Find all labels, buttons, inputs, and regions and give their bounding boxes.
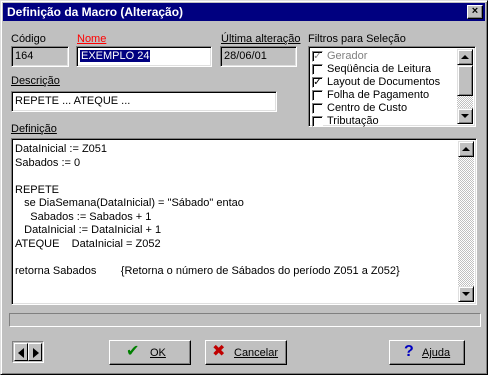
filtros-scrollbar[interactable] bbox=[457, 49, 473, 124]
ok-button-label: OK bbox=[150, 347, 166, 359]
macro-definition-dialog: Definição da Macro (Alteração) × Código … bbox=[0, 0, 488, 375]
nome-label: Nome bbox=[77, 33, 107, 45]
filtro-item-label: Gerador bbox=[327, 50, 368, 62]
code-line: se DiaSemana(DataInicial) = "Sábado" ent… bbox=[15, 197, 244, 209]
filtros-scroll-down-button[interactable] bbox=[457, 108, 473, 124]
cancelar-button-label: Cancelar bbox=[234, 347, 279, 359]
arrow-down-icon bbox=[462, 292, 470, 296]
arrow-up-icon bbox=[462, 147, 470, 151]
nome-input[interactable]: EXEMPLO 24 bbox=[76, 46, 212, 67]
ok-button[interactable]: ✔ OK bbox=[109, 340, 191, 365]
filtro-item-label: Tributação bbox=[327, 115, 379, 127]
ultima-alteracao-label: Última alteração bbox=[221, 33, 301, 45]
ajuda-button[interactable]: ? Ajuda bbox=[389, 340, 465, 365]
close-button[interactable]: × bbox=[467, 5, 483, 19]
code-line: retorna Sabados {Retorna o número de Sáb… bbox=[15, 264, 400, 277]
codigo-label: Código bbox=[11, 33, 46, 45]
window-title: Definição da Macro (Alteração) bbox=[7, 5, 184, 19]
checkbox[interactable] bbox=[312, 90, 323, 101]
filtro-item-label: Centro de Custo bbox=[327, 102, 408, 114]
filtros-scroll-thumb[interactable] bbox=[457, 65, 473, 96]
filtro-item-label: Layout de Documentos bbox=[327, 76, 441, 88]
code-line: Sabados := Sabados + 1 bbox=[15, 210, 152, 223]
ajuda-button-label: Ajuda bbox=[422, 347, 451, 359]
x-icon: ✖ bbox=[212, 343, 226, 360]
ultima-alteracao-field: 28/06/01 bbox=[220, 46, 297, 67]
checkbox[interactable]: ✓ bbox=[312, 77, 323, 88]
filtros-scroll-up-button[interactable] bbox=[457, 49, 473, 65]
code-text[interactable]: DataInicial := Z051 Sabados := 0 REPETE se… bbox=[15, 143, 456, 278]
code-line: REPETE bbox=[15, 183, 60, 196]
title-bar[interactable]: Definição da Macro (Alteração) × bbox=[3, 3, 485, 21]
code-line: Sabados := 0 bbox=[15, 156, 81, 169]
code-line: DataInicial := DataInicial + 1 bbox=[15, 224, 162, 236]
definicao-scroll-down-button[interactable] bbox=[458, 286, 474, 302]
code-line: ATEQUE DataInicial = Z052 bbox=[15, 237, 161, 250]
arrow-left-icon bbox=[18, 348, 24, 358]
question-icon: ? bbox=[404, 343, 414, 360]
filtro-item-label: Folha de Pagamento bbox=[327, 89, 430, 101]
arrow-up-icon bbox=[461, 55, 469, 59]
previous-record-button[interactable] bbox=[14, 343, 28, 361]
check-icon: ✔ bbox=[126, 343, 140, 360]
filtro-item-label: Seqüência de Leitura bbox=[327, 63, 431, 75]
filtros-checklist: ✓ Gerador Seqüência de Leitura ✓ Layout de D… bbox=[308, 46, 476, 127]
arrow-right-icon bbox=[33, 348, 39, 358]
definicao-scroll-up-button[interactable] bbox=[458, 141, 474, 157]
next-record-button[interactable] bbox=[28, 343, 42, 361]
ultima-alteracao-value: 28/06/01 bbox=[224, 50, 267, 62]
descricao-label: Descrição bbox=[11, 75, 60, 87]
nome-value[interactable]: EXEMPLO 24 bbox=[80, 50, 151, 62]
close-icon: × bbox=[471, 5, 479, 17]
checkbox[interactable] bbox=[312, 103, 323, 114]
filtros-label: Filtros para Seleção bbox=[308, 33, 406, 45]
definicao-scrollbar[interactable] bbox=[458, 141, 474, 302]
definicao-editor[interactable]: DataInicial := Z051 Sabados := 0 REPETE se… bbox=[11, 138, 477, 305]
descricao-input[interactable]: REPETE ... ATEQUE ... bbox=[11, 91, 277, 112]
codigo-field: 164 bbox=[11, 46, 69, 67]
descricao-value[interactable]: REPETE ... ATEQUE ... bbox=[15, 95, 130, 107]
status-panel bbox=[9, 313, 481, 327]
codigo-value: 164 bbox=[15, 50, 34, 62]
code-line: DataInicial := Z051 bbox=[15, 143, 108, 155]
checkbox[interactable] bbox=[312, 116, 323, 127]
definicao-label: Definição bbox=[11, 123, 57, 135]
arrow-down-icon bbox=[461, 114, 469, 118]
checkbox: ✓ bbox=[312, 51, 323, 62]
cancelar-button[interactable]: ✖ Cancelar bbox=[205, 340, 287, 365]
record-navigator bbox=[12, 341, 44, 363]
checkbox[interactable] bbox=[312, 64, 323, 75]
